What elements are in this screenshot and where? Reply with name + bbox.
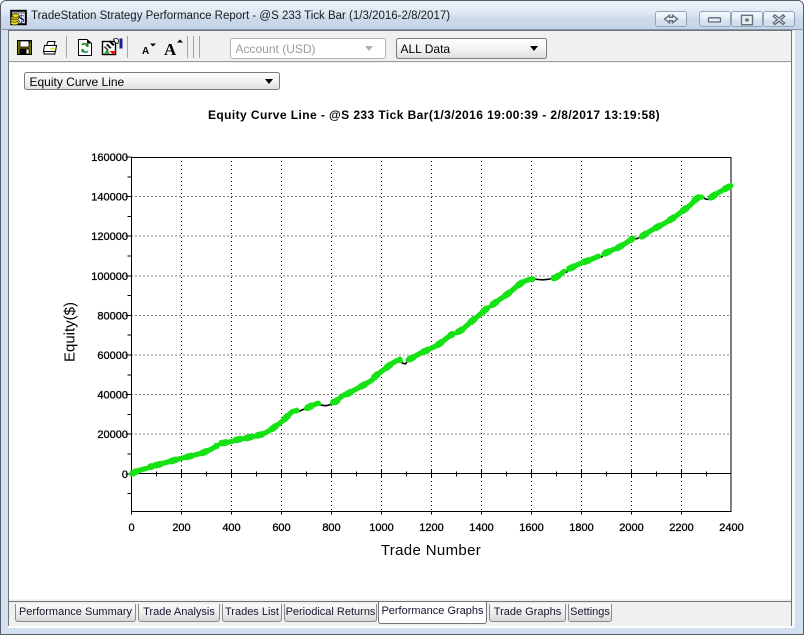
svg-text:A: A: [142, 46, 149, 55]
svg-text:A: A: [164, 40, 177, 57]
svg-text:$: $: [19, 12, 25, 26]
